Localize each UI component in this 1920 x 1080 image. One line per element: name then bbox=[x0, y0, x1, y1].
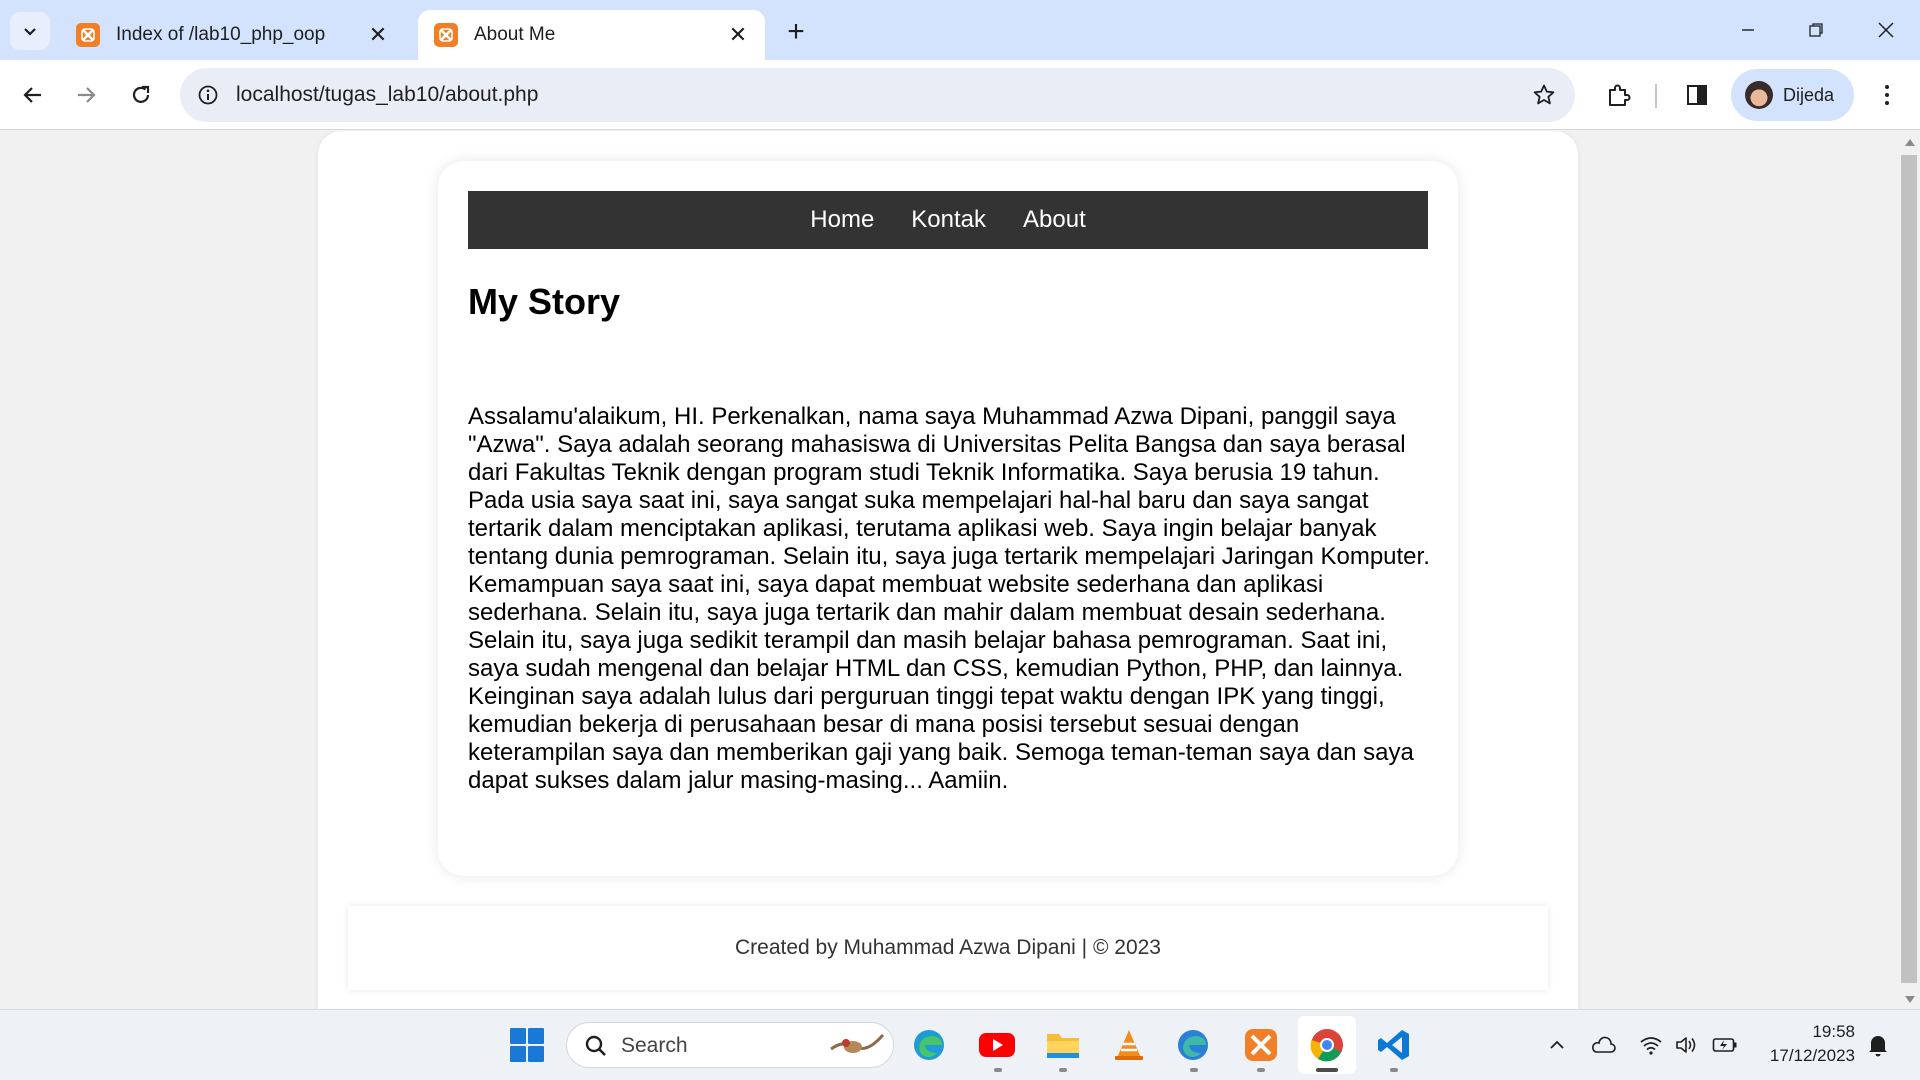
running-indicator bbox=[1390, 1068, 1398, 1072]
search-placeholder: Search bbox=[621, 1034, 688, 1057]
side-panel-icon[interactable] bbox=[1678, 76, 1716, 114]
tab-about-me[interactable]: About Me ✕ bbox=[418, 10, 765, 60]
minimize-window-icon[interactable] bbox=[1724, 10, 1772, 50]
edge-browser-icon[interactable] bbox=[908, 1024, 950, 1066]
nav-link-kontak[interactable]: Kontak bbox=[911, 206, 986, 234]
toolbar-divider bbox=[1655, 84, 1657, 108]
bookmark-star-icon[interactable] bbox=[1529, 80, 1559, 110]
onedrive-cloud-icon[interactable] bbox=[1590, 1032, 1616, 1058]
volume-icon[interactable] bbox=[1674, 1032, 1700, 1058]
scroll-up-arrow-icon[interactable] bbox=[1905, 139, 1915, 146]
running-indicator bbox=[1257, 1068, 1265, 1072]
edge-beta-icon[interactable] bbox=[1172, 1024, 1214, 1066]
xampp-favicon-icon bbox=[434, 23, 458, 47]
close-tab-icon[interactable]: ✕ bbox=[365, 22, 391, 48]
tab-search-button[interactable] bbox=[10, 12, 50, 50]
page-scrollbar[interactable] bbox=[1898, 131, 1920, 1009]
page-viewport: Home Kontak About My Story Assalamu'alai… bbox=[0, 131, 1898, 1009]
restore-window-icon[interactable] bbox=[1792, 10, 1840, 50]
new-tab-plus-icon[interactable]: + bbox=[780, 15, 812, 48]
site-navigation: Home Kontak About bbox=[468, 191, 1428, 249]
chevron-down-icon bbox=[24, 28, 36, 36]
browser-tab-strip: Index of /lab10_php_oop ✕ About Me ✕ + bbox=[0, 0, 1920, 60]
search-icon bbox=[585, 1035, 606, 1056]
address-bar[interactable]: localhost/tugas_lab10/about.php bbox=[180, 68, 1575, 122]
scrollbar-thumb[interactable] bbox=[1901, 155, 1917, 983]
footer-text: Created by Muhammad Azwa Dipani | © 2023 bbox=[735, 936, 1161, 959]
running-indicator bbox=[1190, 1068, 1198, 1072]
wifi-icon[interactable] bbox=[1638, 1032, 1664, 1058]
chrome-browser-icon[interactable] bbox=[1306, 1024, 1348, 1066]
site-footer: Created by Muhammad Azwa Dipani | © 2023 bbox=[348, 906, 1548, 990]
site-info-icon[interactable] bbox=[192, 79, 224, 111]
nav-link-about[interactable]: About bbox=[1023, 206, 1086, 234]
tab-title: About Me bbox=[474, 24, 556, 45]
xampp-control-icon[interactable] bbox=[1240, 1024, 1282, 1066]
notification-bell-icon[interactable] bbox=[1865, 1032, 1891, 1058]
profile-button[interactable]: Dijeda bbox=[1731, 69, 1854, 121]
vscode-icon[interactable] bbox=[1373, 1024, 1415, 1066]
close-tab-icon[interactable]: ✕ bbox=[725, 22, 751, 48]
browser-toolbar: localhost/tugas_lab10/about.php Dijeda bbox=[0, 60, 1920, 130]
windows-start-icon[interactable] bbox=[510, 1028, 544, 1062]
address-url-text[interactable]: localhost/tugas_lab10/about.php bbox=[236, 83, 538, 107]
page-title: My Story bbox=[468, 281, 621, 322]
search-highlight-bird-icon bbox=[830, 1034, 885, 1053]
tab-title: Index of /lab10_php_oop bbox=[116, 24, 326, 45]
running-indicator-active bbox=[1316, 1068, 1338, 1072]
avatar bbox=[1745, 81, 1773, 109]
windows-taskbar: Search 19:58 17/12/2023 bbox=[0, 1009, 1920, 1080]
tab-index-lab10[interactable]: Index of /lab10_php_oop ✕ bbox=[60, 10, 405, 60]
scroll-down-arrow-icon[interactable] bbox=[1905, 996, 1915, 1003]
profile-name: Dijeda bbox=[1783, 84, 1835, 105]
system-clock[interactable]: 19:58 17/12/2023 bbox=[1755, 1020, 1855, 1068]
content-card: Home Kontak About My Story Assalamu'alai… bbox=[438, 161, 1458, 876]
browser-menu-kebab-icon[interactable] bbox=[1870, 76, 1904, 114]
extensions-puzzle-icon[interactable] bbox=[1600, 76, 1638, 114]
battery-charging-icon[interactable] bbox=[1712, 1032, 1738, 1058]
youtube-icon[interactable] bbox=[976, 1024, 1018, 1066]
running-indicator bbox=[1059, 1068, 1067, 1072]
file-explorer-icon[interactable] bbox=[1042, 1024, 1084, 1066]
xampp-favicon-icon bbox=[76, 23, 100, 47]
nav-link-home[interactable]: Home bbox=[810, 206, 874, 234]
close-window-icon[interactable] bbox=[1862, 10, 1910, 50]
story-paragraph: Assalamu'alaikum, HI. Perkenalkan, nama … bbox=[468, 403, 1430, 794]
clock-time: 19:58 bbox=[1812, 1022, 1855, 1041]
clock-date: 17/12/2023 bbox=[1769, 1046, 1855, 1065]
chevron-up-icon[interactable] bbox=[1544, 1032, 1570, 1058]
back-arrow-icon[interactable] bbox=[13, 75, 53, 115]
vlc-player-icon[interactable] bbox=[1108, 1024, 1150, 1066]
running-indicator bbox=[994, 1068, 1002, 1072]
forward-arrow-icon[interactable] bbox=[66, 75, 106, 115]
reload-icon[interactable] bbox=[121, 75, 161, 115]
taskbar-search-box[interactable]: Search bbox=[566, 1022, 894, 1068]
